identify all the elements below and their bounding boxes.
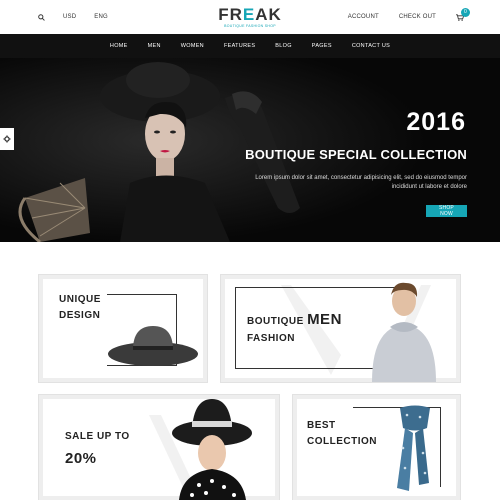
banner-unique-design[interactable]: UNIQUE DESIGN: [39, 275, 207, 382]
banner-sale-line2: 20%: [65, 450, 97, 467]
woman-hat-image: [172, 399, 252, 500]
nav-item-features[interactable]: FEATURES: [224, 43, 255, 49]
banner-sale-line1: SALE UP TO: [65, 431, 130, 442]
settings-tab[interactable]: [0, 128, 14, 150]
hat-image: [108, 326, 198, 366]
nav-item-contact[interactable]: CONTACT US: [352, 43, 390, 49]
gear-icon: [3, 130, 11, 148]
banner-best-line1: BEST: [307, 420, 336, 431]
hero-year: 2016: [406, 108, 466, 136]
shop-now-button[interactable]: SHOP NOW: [426, 205, 467, 217]
cart-count-badge: 0: [461, 7, 470, 17]
top-right-group: ACCOUNT CHECK OUT 0: [348, 0, 470, 34]
banner-best-line2: COLLECTION: [307, 436, 377, 447]
hero-slider: 2016 BOUTIQUE SPECIAL COLLECTION Lorem i…: [0, 58, 500, 242]
banner-men-fashion[interactable]: BOUTIQUE MEN FASHION: [221, 275, 460, 382]
banner-men-prefix: BOUTIQUE: [247, 316, 304, 327]
nav-item-home[interactable]: HOME: [110, 43, 128, 49]
nav-item-men[interactable]: MEN: [148, 43, 161, 49]
checkout-link[interactable]: CHECK OUT: [399, 14, 436, 20]
man-image: [372, 282, 436, 382]
banner-men-highlight: MEN: [307, 311, 342, 328]
banner-men-line1: BOUTIQUE MEN: [247, 311, 342, 329]
top-utility-bar: USD ENG FREAK BOUTIQUE FASHION SHOP ACCO…: [0, 0, 500, 34]
cart-icon[interactable]: 0: [456, 7, 470, 21]
main-navigation: HOME MEN WOMEN FEATURES BLOG PAGES CONTA…: [0, 34, 500, 58]
banner-unique-line1: UNIQUE: [59, 294, 101, 305]
nav-item-pages[interactable]: PAGES: [312, 43, 332, 49]
banner-sale[interactable]: SALE UP TO 20%: [39, 395, 279, 500]
banner-men-line2: FASHION: [247, 333, 295, 344]
nav-item-blog[interactable]: BLOG: [275, 43, 291, 49]
hero-subtitle: BOUTIQUE SPECIAL COLLECTION: [245, 147, 467, 162]
account-link[interactable]: ACCOUNT: [348, 14, 379, 20]
banner-best-collection[interactable]: BEST COLLECTION: [293, 395, 460, 500]
hero-description: Lorem ipsum dolor sit amet, consectetur …: [255, 175, 467, 190]
nav-item-women[interactable]: WOMEN: [181, 43, 204, 49]
banner-unique-line2: DESIGN: [59, 310, 101, 321]
scarf-image: [397, 405, 430, 491]
